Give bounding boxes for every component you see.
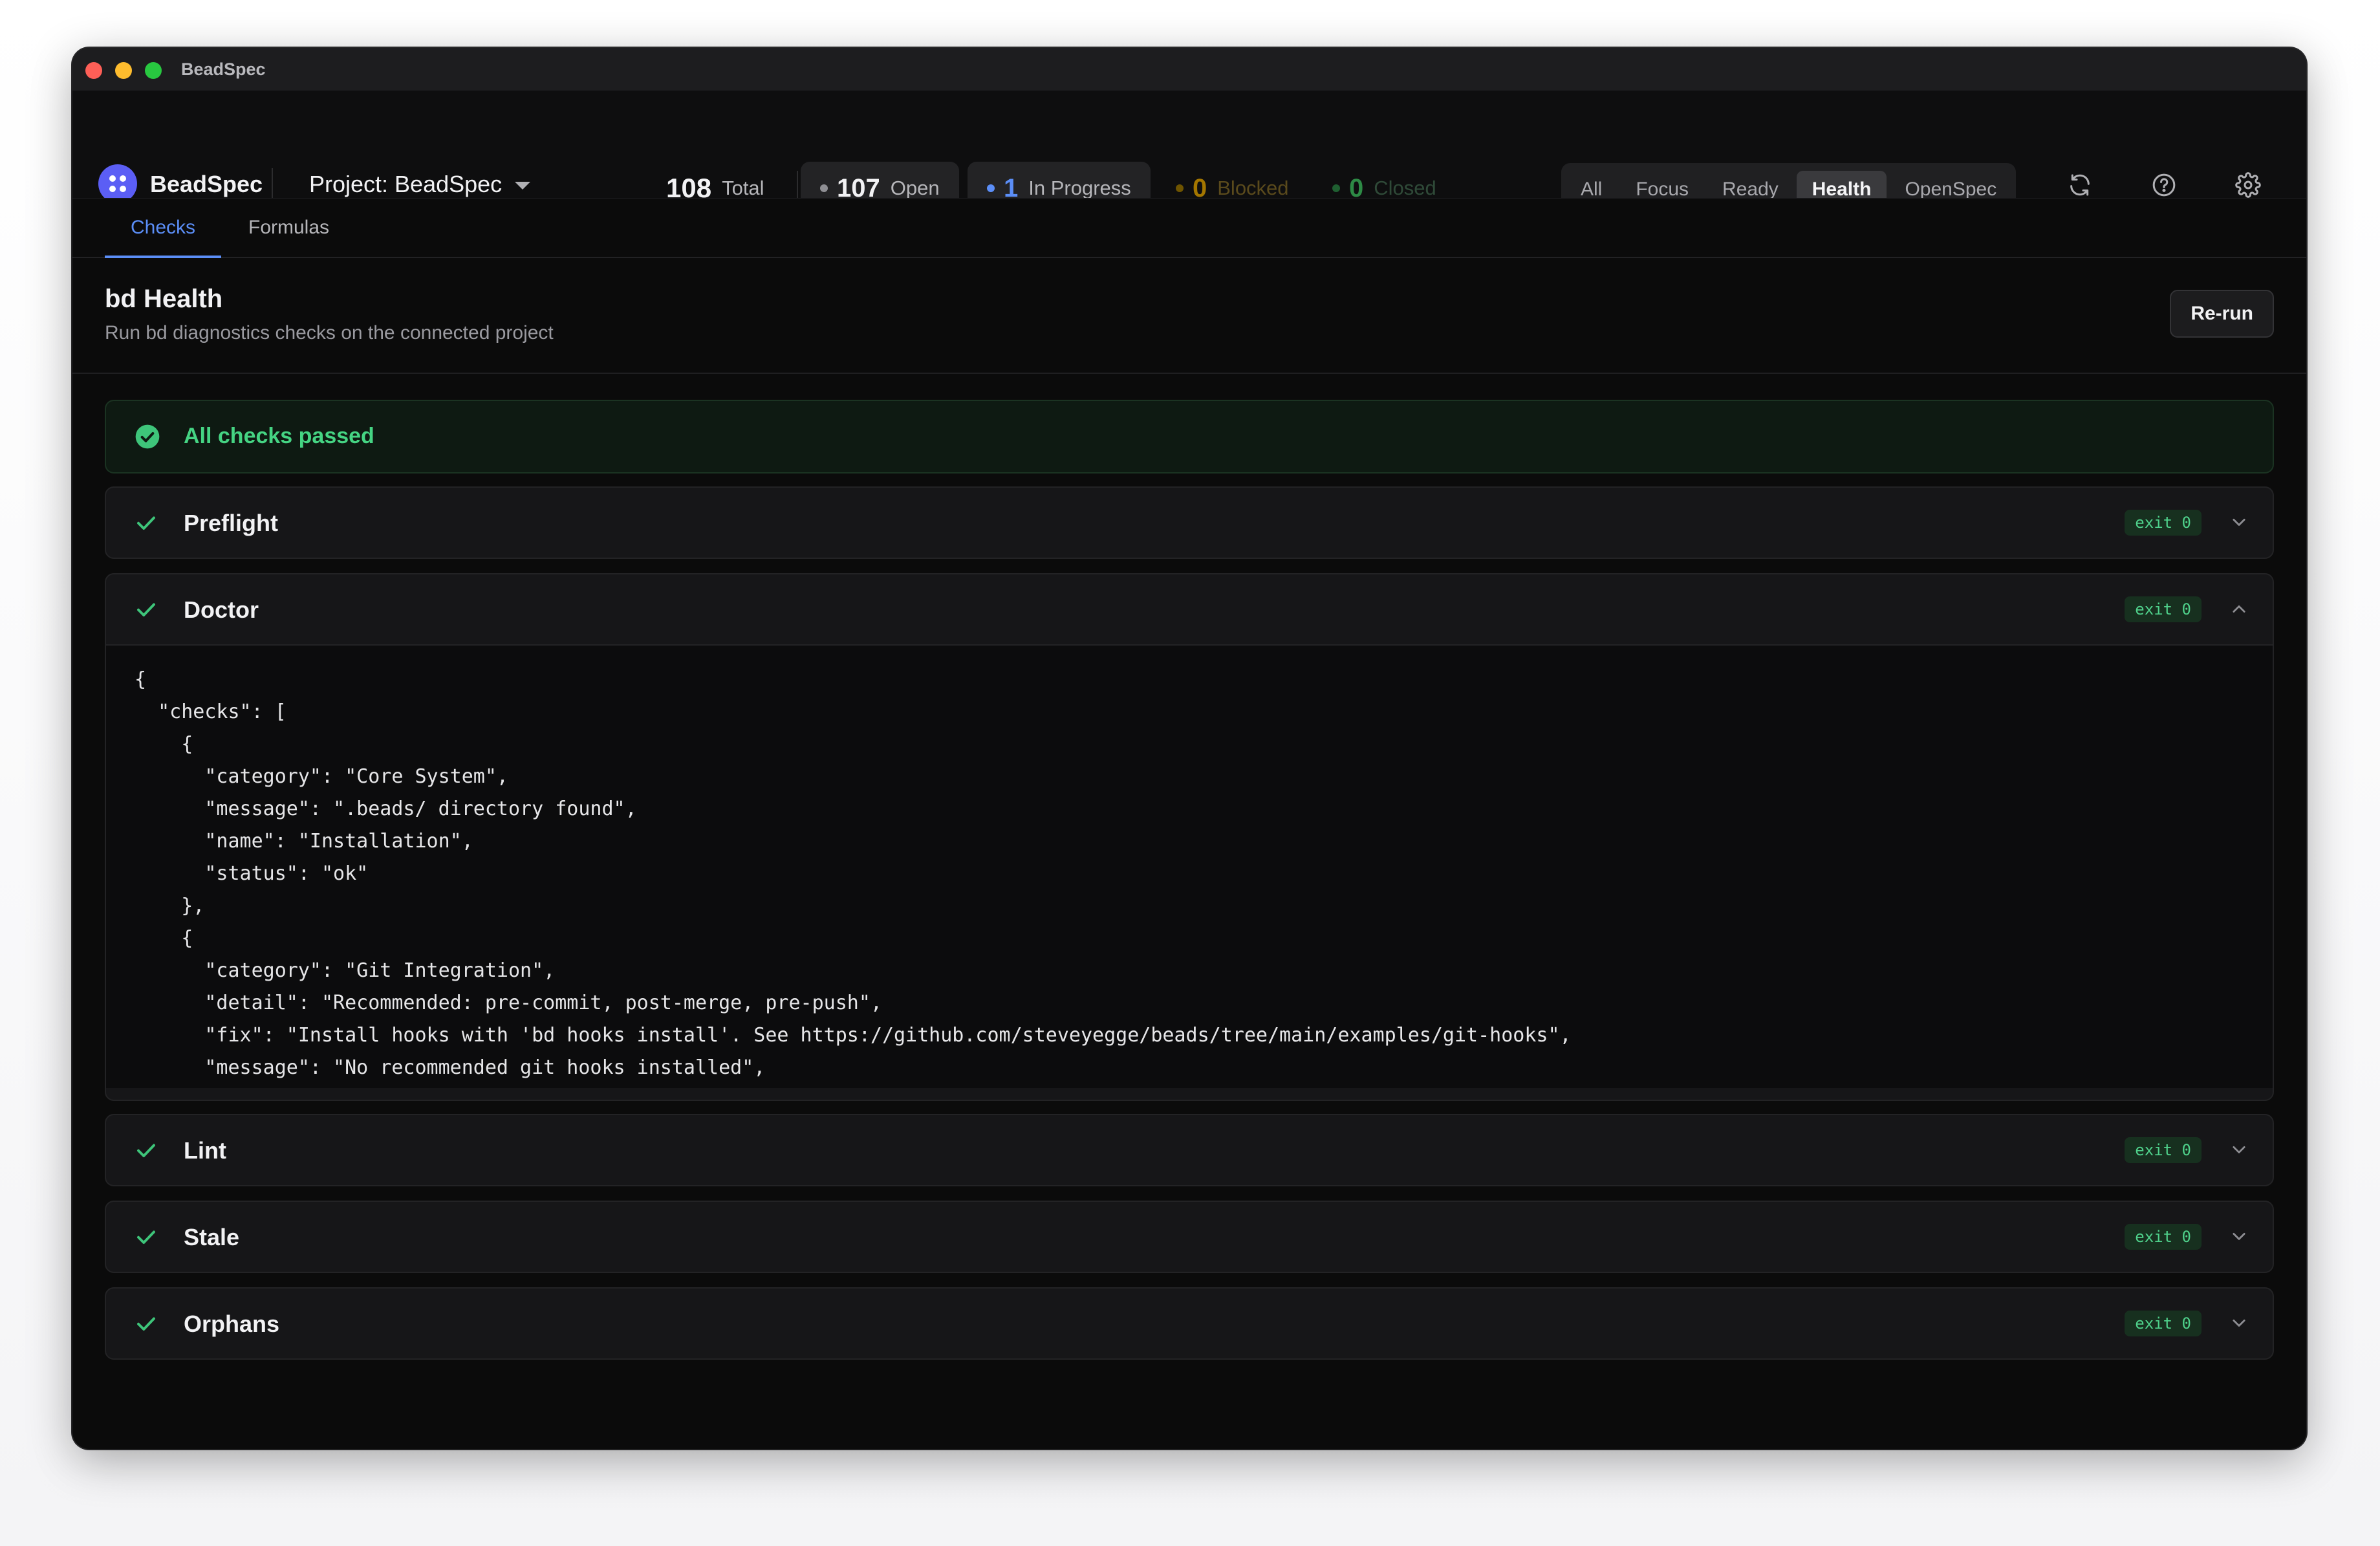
zoom-window-button[interactable] — [145, 62, 162, 79]
window-title: BeadSpec — [181, 60, 266, 79]
check-icon — [137, 1144, 155, 1157]
page-subtitle: Run bd diagnostics checks on the connect… — [105, 322, 554, 343]
check-section-lint: Lint exit 0 — [105, 1114, 2274, 1186]
chevron-up-icon[interactable] — [2230, 602, 2248, 617]
section-name: Preflight — [184, 510, 279, 536]
settings-icon — [2235, 172, 2261, 198]
title-bar: BeadSpec — [72, 48, 2306, 91]
check-section-preflight: Preflight exit 0 — [105, 486, 2274, 559]
stat-total-label: Total — [722, 177, 764, 199]
section-header[interactable]: Stale exit 0 — [106, 1202, 2273, 1272]
check-section-orphans: Orphans exit 0 — [105, 1287, 2274, 1360]
check-section-doctor: Doctor exit 0 { "checks": [ { "category"… — [105, 573, 2274, 1101]
doctor-json-output: { "checks": [ { "category": "Core System… — [135, 668, 1572, 1079]
check-circle-icon — [135, 424, 160, 449]
exit-code-badge: exit 0 — [2125, 1137, 2202, 1163]
exit-code-badge: exit 0 — [2125, 1224, 2202, 1250]
exit-code-badge: exit 0 — [2125, 1311, 2202, 1336]
chevron-down-icon[interactable] — [2230, 1229, 2248, 1245]
status-dot-icon — [987, 184, 995, 192]
check-section-stale: Stale exit 0 — [105, 1201, 2274, 1273]
section-header[interactable]: Orphans exit 0 — [106, 1289, 2273, 1358]
stat-in-progress-label: In Progress — [1028, 177, 1131, 199]
check-icon — [137, 1230, 155, 1244]
section-header[interactable]: Doctor exit 0 — [106, 574, 2273, 644]
caret-down-icon — [515, 182, 531, 190]
doctor-output-panel[interactable]: { "checks": [ { "category": "Core System… — [106, 644, 2273, 1088]
status-dot-icon — [1176, 184, 1184, 192]
status-dot-icon — [820, 184, 828, 192]
subtab-bar: Checks Formulas — [72, 198, 2306, 258]
stat-open-label: Open — [890, 177, 940, 199]
section-header[interactable]: Preflight exit 0 — [106, 488, 2273, 558]
refresh-icon — [2070, 174, 2090, 196]
divider — [72, 373, 2306, 374]
page-title: bd Health — [105, 285, 223, 313]
stat-closed-label: Closed — [1374, 177, 1436, 199]
minimize-window-button[interactable] — [115, 62, 132, 79]
banner-text: All checks passed — [184, 424, 374, 448]
tab-checks[interactable]: Checks — [104, 199, 222, 258]
chevron-down-icon[interactable] — [2230, 515, 2248, 530]
exit-code-badge: exit 0 — [2125, 510, 2202, 536]
divider — [272, 168, 273, 199]
stat-blocked-label: Blocked — [1217, 177, 1289, 199]
check-icon — [137, 1317, 155, 1331]
brand-name: BeadSpec — [150, 171, 263, 197]
check-icon — [137, 516, 155, 530]
section-name: Stale — [184, 1224, 240, 1250]
project-label: Project: BeadSpec — [309, 171, 503, 197]
status-dot-icon — [1332, 184, 1340, 192]
chevron-down-icon[interactable] — [2230, 1316, 2248, 1331]
check-icon — [137, 603, 155, 616]
brand-logo-icon — [98, 164, 137, 203]
close-window-button[interactable] — [85, 62, 102, 79]
app-window: BeadSpec BeadSpec Project: BeadSpec 108 … — [72, 48, 2306, 1449]
exit-code-badge: exit 0 — [2125, 596, 2202, 622]
section-name: Orphans — [184, 1311, 280, 1337]
section-name: Doctor — [184, 596, 259, 623]
project-selector[interactable]: Project: BeadSpec — [309, 171, 531, 198]
section-header[interactable]: Lint exit 0 — [106, 1115, 2273, 1185]
rerun-button[interactable]: Re-run — [2170, 290, 2274, 338]
chevron-down-icon[interactable] — [2230, 1142, 2248, 1158]
help-icon — [2152, 173, 2176, 197]
all-checks-passed-banner: All checks passed — [105, 400, 2274, 474]
tab-formulas[interactable]: Formulas — [248, 199, 329, 257]
section-name: Lint — [184, 1137, 226, 1164]
